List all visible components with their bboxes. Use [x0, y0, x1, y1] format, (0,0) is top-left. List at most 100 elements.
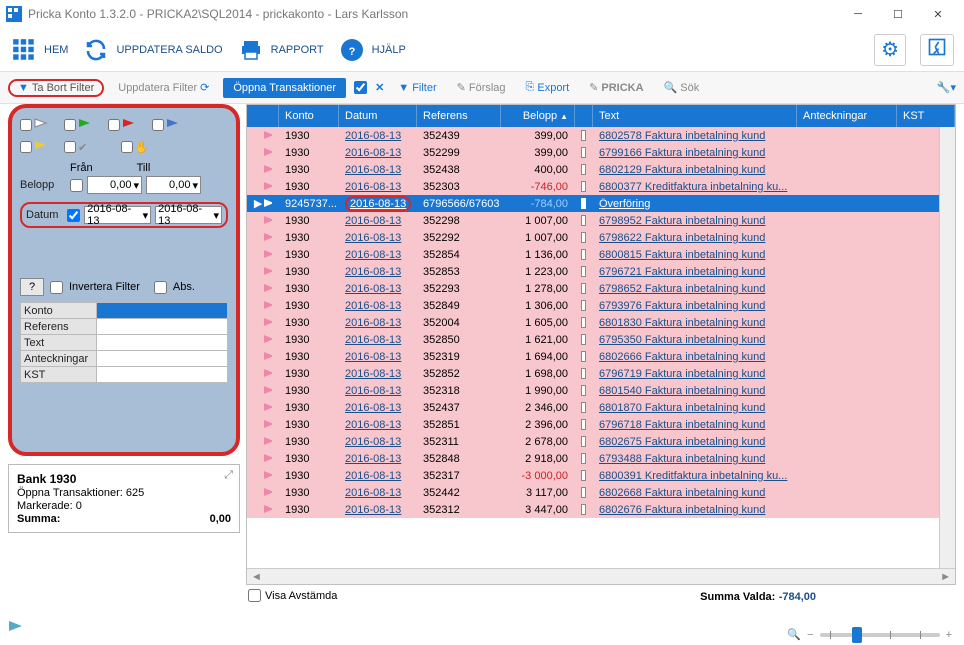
- cell-datum[interactable]: 2016-08-13: [339, 419, 417, 431]
- cell-datum[interactable]: 2016-08-13: [339, 181, 417, 193]
- col-referens[interactable]: Referens: [417, 105, 501, 127]
- table-row[interactable]: 19302016-08-133528531 223,006796721 Fakt…: [247, 263, 955, 280]
- row-checkbox[interactable]: [581, 385, 586, 396]
- cell-text[interactable]: 6798622 Faktura inbetalning kund: [593, 232, 797, 244]
- cell-text[interactable]: 6800391 Kreditfaktura inbetalning ku...: [593, 470, 797, 482]
- exit-icon[interactable]: [920, 34, 954, 66]
- export-button[interactable]: ⎘ Export: [520, 79, 576, 96]
- row-checkbox[interactable]: [581, 453, 586, 464]
- cell-datum[interactable]: 2016-08-13: [339, 283, 417, 295]
- minimize-button[interactable]: ─: [838, 0, 878, 28]
- cell-datum[interactable]: 2016-08-13: [339, 232, 417, 244]
- cell-text[interactable]: 6796719 Faktura inbetalning kund: [593, 368, 797, 380]
- flag-blue-check[interactable]: [152, 119, 164, 131]
- table-row[interactable]: 19302016-08-13352303-746,006800377 Kredi…: [247, 178, 955, 195]
- cell-text[interactable]: 6798952 Faktura inbetalning kund: [593, 215, 797, 227]
- cell-text[interactable]: 6795350 Faktura inbetalning kund: [593, 334, 797, 346]
- col-datum[interactable]: Datum: [339, 105, 417, 127]
- belopp-from-input[interactable]: 0,00▾: [87, 176, 142, 194]
- cell-text[interactable]: 6798652 Faktura inbetalning kund: [593, 283, 797, 295]
- datum-from-input[interactable]: 2016-08-13▾: [84, 206, 151, 224]
- cell-text[interactable]: 6801870 Faktura inbetalning kund: [593, 402, 797, 414]
- cell-datum[interactable]: 2016-08-13: [339, 164, 417, 176]
- flag-yellow-check[interactable]: [20, 141, 32, 153]
- pricka-button[interactable]: ✎ PRICKA: [583, 79, 649, 96]
- horizontal-scrollbar[interactable]: ◄►: [247, 568, 955, 584]
- row-checkbox[interactable]: [581, 419, 586, 430]
- table-row[interactable]: 19302016-08-133523181 990,006801540 Fakt…: [247, 382, 955, 399]
- row-checkbox[interactable]: [581, 300, 586, 311]
- flag-red-check[interactable]: [108, 119, 120, 131]
- search-button[interactable]: 🔍 Sök: [658, 79, 706, 96]
- row-checkbox[interactable]: [581, 402, 586, 413]
- cell-text[interactable]: 6800377 Kreditfaktura inbetalning ku...: [593, 181, 797, 193]
- maximize-button[interactable]: ☐: [878, 0, 918, 28]
- row-checkbox[interactable]: [581, 334, 586, 345]
- table-row[interactable]: 19302016-08-13352299399,006799166 Faktur…: [247, 144, 955, 161]
- cell-datum[interactable]: 2016-08-13: [339, 215, 417, 227]
- anteckningar-filter-input[interactable]: [97, 351, 228, 367]
- visa-avstamda-check[interactable]: [248, 589, 261, 602]
- cell-datum[interactable]: 2016-08-13: [339, 436, 417, 448]
- cell-text[interactable]: 6799166 Faktura inbetalning kund: [593, 147, 797, 159]
- col-belopp[interactable]: Belopp▲: [501, 105, 575, 127]
- cell-text[interactable]: 6802676 Faktura inbetalning kund: [593, 504, 797, 516]
- row-checkbox[interactable]: [581, 317, 586, 328]
- update-filter-button[interactable]: Uppdatera Filter ⟳: [112, 79, 215, 96]
- referens-filter-input[interactable]: [97, 319, 228, 335]
- table-row[interactable]: 19302016-08-133528501 621,006795350 Fakt…: [247, 331, 955, 348]
- cell-datum[interactable]: 2016-08-13: [339, 402, 417, 414]
- row-checkbox[interactable]: [581, 436, 586, 447]
- cell-datum[interactable]: 2016-08-13: [339, 453, 417, 465]
- flag-check-check[interactable]: [64, 141, 76, 153]
- table-row[interactable]: ▶9245737...2016-08-136796566/6760366/-78…: [247, 195, 955, 212]
- cell-datum[interactable]: 2016-08-13: [339, 368, 417, 380]
- cell-text[interactable]: 6802578 Faktura inbetalning kund: [593, 130, 797, 142]
- row-checkbox[interactable]: [581, 266, 586, 277]
- cell-datum[interactable]: 2016-08-13: [339, 504, 417, 516]
- table-row[interactable]: 19302016-08-13352438400,006802129 Faktur…: [247, 161, 955, 178]
- row-checkbox[interactable]: [581, 470, 586, 481]
- cell-datum[interactable]: 2016-08-13: [339, 196, 417, 212]
- expand-icon[interactable]: ⤢: [224, 469, 233, 482]
- x-icon[interactable]: ✕: [375, 81, 384, 94]
- table-row[interactable]: 19302016-08-133528482 918,006793488 Fakt…: [247, 450, 955, 467]
- belopp-to-input[interactable]: 0,00▾: [146, 176, 201, 194]
- flag-white-check[interactable]: [20, 119, 32, 131]
- datum-check[interactable]: [67, 209, 80, 222]
- cell-datum[interactable]: 2016-08-13: [339, 266, 417, 278]
- toggle-check-1[interactable]: [354, 81, 367, 94]
- cell-datum[interactable]: 2016-08-13: [339, 300, 417, 312]
- flag-green-check[interactable]: [64, 119, 76, 131]
- cell-text[interactable]: 6802668 Faktura inbetalning kund: [593, 487, 797, 499]
- col-anteckningar[interactable]: Anteckningar: [797, 105, 897, 127]
- table-row[interactable]: 19302016-08-133524423 117,006802668 Fakt…: [247, 484, 955, 501]
- vertical-scrollbar[interactable]: [939, 127, 955, 568]
- flag-hand-check[interactable]: [121, 141, 133, 153]
- cell-text[interactable]: 6800815 Faktura inbetalning kund: [593, 249, 797, 261]
- cell-datum[interactable]: 2016-08-13: [339, 470, 417, 482]
- col-konto[interactable]: Konto: [279, 105, 339, 127]
- datum-to-input[interactable]: 2016-08-13▾: [155, 206, 222, 224]
- home-button[interactable]: HEM: [10, 36, 68, 64]
- row-checkbox[interactable]: [581, 215, 586, 226]
- table-row[interactable]: 19302016-08-133523112 678,006802675 Fakt…: [247, 433, 955, 450]
- zoom-slider[interactable]: [820, 633, 940, 637]
- row-checkbox[interactable]: [581, 504, 586, 515]
- table-row[interactable]: 19302016-08-133528512 396,006796718 Fakt…: [247, 416, 955, 433]
- cell-text[interactable]: 6801540 Faktura inbetalning kund: [593, 385, 797, 397]
- row-checkbox[interactable]: [581, 198, 586, 209]
- table-row[interactable]: 19302016-08-133524372 346,006801870 Fakt…: [247, 399, 955, 416]
- help-button[interactable]: ? HJÄLP: [338, 36, 406, 64]
- cell-datum[interactable]: 2016-08-13: [339, 317, 417, 329]
- question-button[interactable]: ?: [20, 278, 44, 296]
- kst-filter-input[interactable]: [97, 367, 228, 383]
- table-row[interactable]: 19302016-08-133528491 306,006793976 Fakt…: [247, 297, 955, 314]
- invert-check[interactable]: [50, 281, 63, 294]
- col-kst[interactable]: KST: [897, 105, 955, 127]
- belopp-check[interactable]: [70, 179, 83, 192]
- zoom-icon[interactable]: 🔍: [787, 628, 801, 641]
- row-checkbox[interactable]: [581, 130, 586, 141]
- cell-text[interactable]: 6793976 Faktura inbetalning kund: [593, 300, 797, 312]
- cell-text[interactable]: 6802675 Faktura inbetalning kund: [593, 436, 797, 448]
